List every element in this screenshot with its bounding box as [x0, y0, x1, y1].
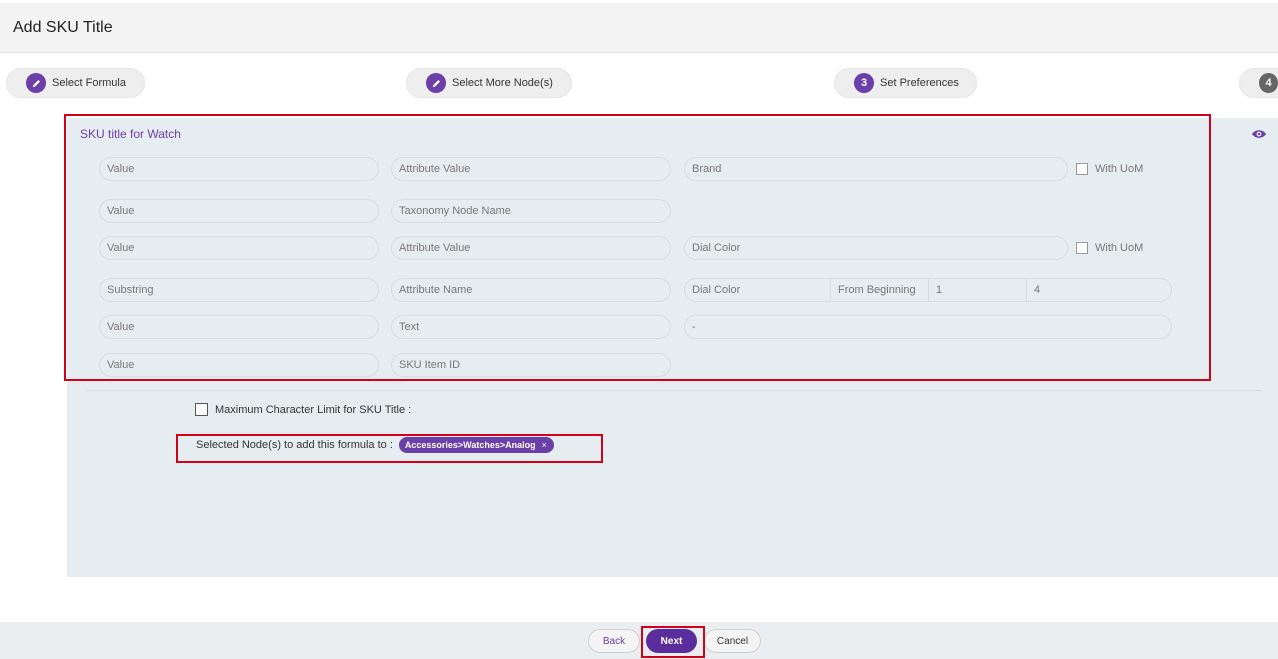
- type-field[interactable]: Value: [99, 315, 379, 339]
- type-field[interactable]: Substring: [99, 278, 379, 302]
- checkbox-box[interactable]: [1076, 242, 1088, 254]
- attribute-field[interactable]: Dial Color: [685, 279, 831, 301]
- length-input[interactable]: 4: [1027, 279, 1171, 301]
- pencil-icon: [26, 73, 46, 93]
- section-title: SKU title for Watch: [80, 127, 181, 141]
- step-select-formula[interactable]: Select Formula: [6, 68, 145, 98]
- step-label: Select Formula: [52, 77, 126, 89]
- with-uom-checkbox[interactable]: With UoM: [1076, 163, 1143, 175]
- chip-remove-icon[interactable]: ×: [542, 440, 547, 450]
- cancel-button[interactable]: Cancel: [704, 629, 761, 653]
- type-field[interactable]: Value: [99, 199, 379, 223]
- next-button[interactable]: Next: [646, 629, 697, 653]
- source-field[interactable]: Attribute Name: [391, 278, 671, 302]
- step-set-preferences[interactable]: 3 Set Preferences: [834, 68, 977, 98]
- checkbox-box[interactable]: [195, 403, 208, 416]
- selected-nodes: Selected Node(s) to add this formula to …: [196, 437, 554, 453]
- step-four[interactable]: 4: [1239, 68, 1278, 98]
- step-label: Select More Node(s): [452, 77, 553, 89]
- type-field[interactable]: Value: [99, 157, 379, 181]
- checkbox-label: With UoM: [1095, 163, 1144, 175]
- node-chip: Accessories>Watches>Analog ×: [398, 437, 554, 453]
- wizard-stepper: Select Formula Select More Node(s) 3 Set…: [0, 62, 1278, 104]
- position-select[interactable]: From Beginning: [831, 279, 929, 301]
- page-title: Add SKU Title: [13, 19, 113, 36]
- attribute-field[interactable]: Brand: [684, 157, 1068, 181]
- text-input[interactable]: -: [684, 315, 1172, 339]
- page-header: Add SKU Title: [0, 3, 1278, 53]
- pencil-icon: [426, 73, 446, 93]
- source-field[interactable]: Attribute Value: [391, 157, 671, 181]
- step-number-badge: 3: [854, 73, 874, 93]
- step-select-more-nodes[interactable]: Select More Node(s): [406, 68, 572, 98]
- max-char-limit-checkbox[interactable]: Maximum Character Limit for SKU Title :: [195, 403, 411, 416]
- formula-panel: [67, 118, 1278, 577]
- attribute-field[interactable]: Dial Color: [684, 236, 1068, 260]
- start-input[interactable]: 1: [929, 279, 1027, 301]
- eye-icon[interactable]: [1251, 128, 1267, 140]
- source-field[interactable]: SKU Item ID: [391, 353, 671, 377]
- checkbox-box[interactable]: [1076, 163, 1088, 175]
- type-field[interactable]: Value: [99, 353, 379, 377]
- selected-nodes-label: Selected Node(s) to add this formula to …: [196, 439, 393, 451]
- max-char-limit-label: Maximum Character Limit for SKU Title :: [215, 403, 412, 416]
- substring-combo: Dial Color From Beginning 1 4: [684, 278, 1172, 302]
- step-number-badge: 4: [1259, 73, 1278, 93]
- step-label: Set Preferences: [880, 77, 959, 89]
- node-chip-label: Accessories>Watches>Analog: [404, 440, 536, 450]
- source-field[interactable]: Taxonomy Node Name: [391, 199, 671, 223]
- back-button[interactable]: Back: [588, 629, 640, 653]
- with-uom-checkbox[interactable]: With UoM: [1076, 242, 1143, 254]
- divider: [87, 390, 1262, 391]
- checkbox-label: With UoM: [1095, 242, 1144, 254]
- type-field[interactable]: Value: [99, 236, 379, 260]
- source-field[interactable]: Text: [391, 315, 671, 339]
- source-field[interactable]: Attribute Value: [391, 236, 671, 260]
